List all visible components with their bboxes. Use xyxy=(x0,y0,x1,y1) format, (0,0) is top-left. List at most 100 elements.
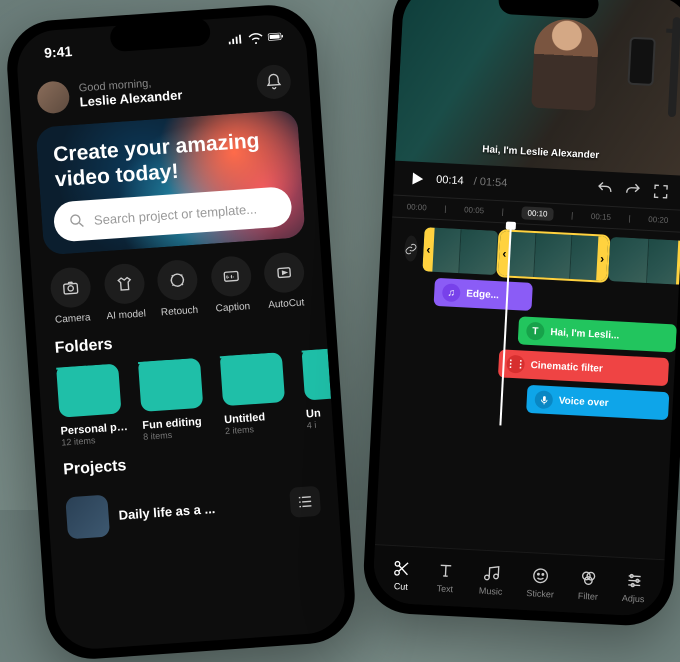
lane-label: Edge... xyxy=(466,288,499,301)
search-icon xyxy=(67,211,86,230)
caption-icon xyxy=(221,267,240,286)
phone-editor: Hai, I'm Leslie Alexander 00:14 / 01:54 … xyxy=(361,0,680,628)
sticker-icon xyxy=(532,566,551,585)
tool-music[interactable]: Music xyxy=(479,563,504,597)
phone-prop xyxy=(627,37,655,86)
tool-label: Camera xyxy=(55,312,91,325)
video-preview[interactable]: Hai, I'm Leslie Alexander xyxy=(395,0,680,176)
folder-icon xyxy=(220,352,285,406)
search-placeholder: Search project or template... xyxy=(93,201,257,227)
undo-icon[interactable] xyxy=(595,179,614,198)
filter-dot-icon: ⋮⋮ xyxy=(506,355,525,374)
battery-icon xyxy=(267,30,284,43)
project-thumbnail xyxy=(65,495,110,540)
filter-icon xyxy=(579,569,598,588)
wifi-icon xyxy=(247,32,264,45)
tool-adjust[interactable]: Adjus xyxy=(622,570,646,604)
folder-item[interactable]: Untitled 2 items xyxy=(220,351,295,436)
project-title: Daily life as a ... xyxy=(118,501,216,523)
retouch-icon xyxy=(168,271,187,290)
search-input[interactable]: Search project or template... xyxy=(53,186,293,243)
camera-icon xyxy=(61,278,80,297)
folder-icon xyxy=(138,358,203,412)
status-time: 9:41 xyxy=(44,43,73,61)
folder-icon xyxy=(56,363,121,417)
folder-item[interactable]: Un 4 i xyxy=(302,349,334,431)
link-icon xyxy=(404,242,418,256)
tool-text[interactable]: Text xyxy=(435,560,457,594)
lane-label: Cinematic filter xyxy=(530,359,603,374)
hero-banner: Create your amazing video today! Search … xyxy=(35,109,305,255)
tool-label: Adjus xyxy=(622,593,645,604)
lane-label: Hai, I'm Lesli... xyxy=(550,326,620,341)
ruler-tick: 00:00 xyxy=(406,200,427,214)
tool-cut[interactable]: Cut xyxy=(391,558,413,592)
tool-label: Text xyxy=(436,583,453,594)
tool-filter[interactable]: Filter xyxy=(578,568,600,602)
tool-label: Cut xyxy=(394,581,409,592)
video-clip[interactable] xyxy=(608,237,680,285)
text-icon xyxy=(436,561,455,580)
filter-lane[interactable]: ⋮⋮ Cinematic filter xyxy=(498,349,669,386)
folder-item[interactable]: Fun editing 8 items xyxy=(138,357,213,442)
cellular-icon xyxy=(227,33,244,46)
view-toggle-button[interactable] xyxy=(289,486,321,518)
timeline[interactable]: ♫ Edge... T Hai, I'm Lesli... ⋮⋮ Cinemat… xyxy=(382,218,680,435)
folder-item[interactable]: Personal proj... 12 items xyxy=(56,363,131,448)
tool-label: AI model xyxy=(106,308,146,322)
shirt-icon xyxy=(114,274,133,293)
link-button[interactable] xyxy=(404,235,418,262)
tool-label: AutoCut xyxy=(268,297,305,310)
tool-autocut[interactable]: AutoCut xyxy=(263,251,307,311)
greeting-text: Good morning, Leslie Alexander xyxy=(78,75,182,109)
lane-label: Voice over xyxy=(558,395,608,409)
preview-caption: Hai, I'm Leslie Alexander xyxy=(482,144,599,161)
tool-label: Retouch xyxy=(161,305,199,319)
editor-screen: Hai, I'm Leslie Alexander 00:14 / 01:54 … xyxy=(372,0,680,617)
hero-title: Create your amazing video today! xyxy=(52,126,285,192)
ruler-tick: 00:05 xyxy=(464,203,485,217)
adjust-icon xyxy=(625,571,644,590)
video-clip[interactable] xyxy=(422,227,498,275)
fullscreen-icon[interactable] xyxy=(651,182,670,201)
status-icons xyxy=(227,30,284,46)
redo-icon[interactable] xyxy=(623,181,642,200)
folder-icon xyxy=(302,349,334,401)
phone-home: 9:41 Good morning, Leslie Alexander Crea… xyxy=(4,2,358,662)
time-current: 00:14 xyxy=(436,174,464,187)
text-icon: T xyxy=(526,322,545,341)
lamp-prop xyxy=(668,17,680,117)
play-icon[interactable] xyxy=(408,169,427,188)
caption-lane[interactable]: T Hai, I'm Lesli... xyxy=(518,316,677,352)
home-screen: 9:41 Good morning, Leslie Alexander Crea… xyxy=(15,13,348,652)
tool-label: Caption xyxy=(215,301,250,314)
bell-icon xyxy=(264,72,283,91)
video-track[interactable] xyxy=(403,226,680,284)
tool-caption[interactable]: Caption xyxy=(209,255,253,315)
person-figure xyxy=(531,18,600,111)
video-clip-selected[interactable] xyxy=(498,231,608,281)
tool-label: Filter xyxy=(578,591,598,602)
audio-lane[interactable]: ♫ Edge... xyxy=(434,278,533,311)
tool-label: Music xyxy=(479,586,503,597)
tool-camera[interactable]: Camera xyxy=(49,266,93,326)
scissors-icon xyxy=(392,559,411,578)
tool-label: Sticker xyxy=(526,588,554,599)
ruler-tick-active: 00:10 xyxy=(521,206,554,221)
music-icon xyxy=(482,564,501,583)
mic-icon xyxy=(534,390,553,409)
clip-handle-right[interactable] xyxy=(596,236,608,280)
tool-retouch[interactable]: Retouch xyxy=(156,259,200,319)
time-total: / 01:54 xyxy=(473,176,507,190)
tool-sticker[interactable]: Sticker xyxy=(526,565,555,599)
ruler-tick: 00:20 xyxy=(648,213,669,227)
autocut-icon xyxy=(275,263,294,282)
voiceover-lane[interactable]: Voice over xyxy=(526,385,669,420)
list-icon xyxy=(296,492,315,511)
music-note-icon: ♫ xyxy=(442,283,461,302)
notifications-button[interactable] xyxy=(256,64,292,100)
avatar[interactable] xyxy=(36,80,70,114)
editor-toolbar: Cut Text Music Sticker Filter Adjus xyxy=(372,544,665,617)
ruler-tick: 00:15 xyxy=(591,210,612,224)
tool-ai-model[interactable]: AI model xyxy=(103,263,147,323)
